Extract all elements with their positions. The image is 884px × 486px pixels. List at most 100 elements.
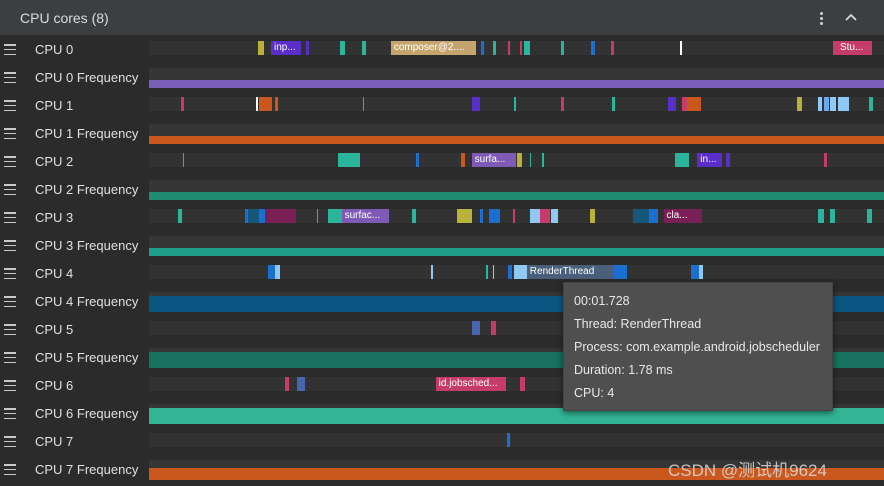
cpu-track[interactable]: surfac... cla... [149,209,884,223]
cpu-frequency-row[interactable]: CPU 0 Frequency [0,64,884,92]
thread-slice[interactable] [698,265,704,279]
cpu-row[interactable]: CPU 2 surfa... in... [0,148,884,176]
thread-slice[interactable]: in... [697,153,723,167]
drag-handle-icon[interactable] [4,268,16,279]
thread-slice[interactable] [529,153,532,167]
thread-slice[interactable] [667,97,676,111]
thread-slice[interactable] [256,97,258,111]
thread-slice[interactable] [817,209,824,223]
cpu-row[interactable]: CPU 7 [0,428,884,456]
thread-slice[interactable] [823,153,828,167]
thread-slice[interactable] [520,377,525,391]
frequency-track[interactable] [149,68,884,88]
cpu-frequency-row[interactable]: CPU 1 Frequency [0,120,884,148]
thread-slice[interactable] [869,97,873,111]
thread-slice[interactable] [542,153,544,167]
thread-slice[interactable] [430,265,433,279]
drag-handle-icon[interactable] [4,240,16,251]
thread-slice[interactable] [415,153,420,167]
thread-slice[interactable] [590,209,596,223]
thread-slice[interactable]: RenderThread [526,265,614,279]
drag-handle-icon[interactable] [4,436,16,447]
thread-slice[interactable] [337,153,355,167]
thread-slice[interactable] [284,377,289,391]
thread-slice[interactable] [472,97,481,111]
thread-slice[interactable] [687,97,701,111]
cpu-row[interactable]: CPU 3 surfac... cla... [0,204,884,232]
thread-slice[interactable] [591,41,596,55]
thread-slice[interactable] [506,433,510,447]
thread-slice[interactable] [837,97,849,111]
thread-slice[interactable] [275,97,279,111]
thread-slice[interactable] [823,97,829,111]
thread-slice[interactable] [362,41,366,55]
thread-slice[interactable] [340,41,345,55]
drag-handle-icon[interactable] [4,128,16,139]
thread-slice[interactable] [674,153,690,167]
thread-slice[interactable] [529,209,540,223]
thread-slice[interactable] [520,41,523,55]
thread-slice[interactable] [471,321,480,335]
thread-slice[interactable] [486,265,488,279]
thread-slice[interactable] [180,97,184,111]
thread-slice[interactable] [460,153,466,167]
thread-slice[interactable] [178,209,183,223]
thread-slice[interactable] [268,265,276,279]
thread-slice[interactable] [612,97,615,111]
thread-slice[interactable] [305,41,310,55]
drag-handle-icon[interactable] [4,156,16,167]
thread-slice[interactable] [610,41,615,55]
thread-slice[interactable] [830,97,837,111]
cpu-row[interactable]: CPU 1 [0,92,884,120]
thread-slice[interactable] [328,209,342,223]
drag-handle-icon[interactable] [4,296,16,307]
thread-slice[interactable] [182,153,185,167]
thread-slice[interactable] [679,41,682,55]
thread-slice[interactable] [489,209,501,223]
kebab-menu-icon[interactable] [812,9,830,27]
thread-slice[interactable] [259,97,272,111]
thread-slice[interactable] [297,377,305,391]
thread-slice[interactable] [492,41,496,55]
cpu-track[interactable]: RenderThread [149,265,884,279]
thread-slice[interactable] [540,209,550,223]
cpu-track[interactable]: inp... composer@2.... Stu... [149,41,884,55]
thread-slice[interactable] [492,265,495,279]
thread-slice[interactable] [648,209,658,223]
cpu-row[interactable]: CPU 0 inp... composer@2.... Stu... [0,36,884,64]
drag-handle-icon[interactable] [4,212,16,223]
thread-slice[interactable] [514,265,527,279]
frequency-track[interactable] [149,124,884,144]
thread-slice[interactable] [516,153,523,167]
cpu-track[interactable]: surfa... in... [149,153,884,167]
cpu-frequency-row[interactable]: CPU 3 Frequency [0,232,884,260]
thread-slice[interactable] [725,153,730,167]
thread-slice[interactable] [508,41,510,55]
thread-slice[interactable] [354,153,360,167]
frequency-track[interactable] [149,180,884,200]
thread-slice[interactable] [316,209,319,223]
thread-slice[interactable]: inp... [271,41,302,55]
thread-slice[interactable] [561,41,565,55]
frequency-track[interactable] [149,236,884,256]
drag-handle-icon[interactable] [4,380,16,391]
thread-slice[interactable] [265,209,279,223]
thread-slice[interactable]: surfa... [471,153,517,167]
thread-slice[interactable] [362,97,365,111]
drag-handle-icon[interactable] [4,464,16,475]
thread-slice[interactable] [632,209,649,223]
thread-slice[interactable]: id.jobsched... [435,377,507,391]
thread-slice[interactable] [456,209,473,223]
thread-slice[interactable]: surfac... [341,209,390,223]
thread-slice[interactable] [248,209,260,223]
thread-slice[interactable] [829,209,835,223]
thread-slice[interactable] [613,265,627,279]
drag-handle-icon[interactable] [4,100,16,111]
thread-slice[interactable] [797,97,803,111]
thread-slice[interactable] [514,97,517,111]
thread-slice[interactable] [507,265,513,279]
thread-slice[interactable] [257,41,265,55]
thread-slice[interactable] [867,209,872,223]
thread-slice[interactable] [275,265,280,279]
thread-slice[interactable] [551,209,559,223]
